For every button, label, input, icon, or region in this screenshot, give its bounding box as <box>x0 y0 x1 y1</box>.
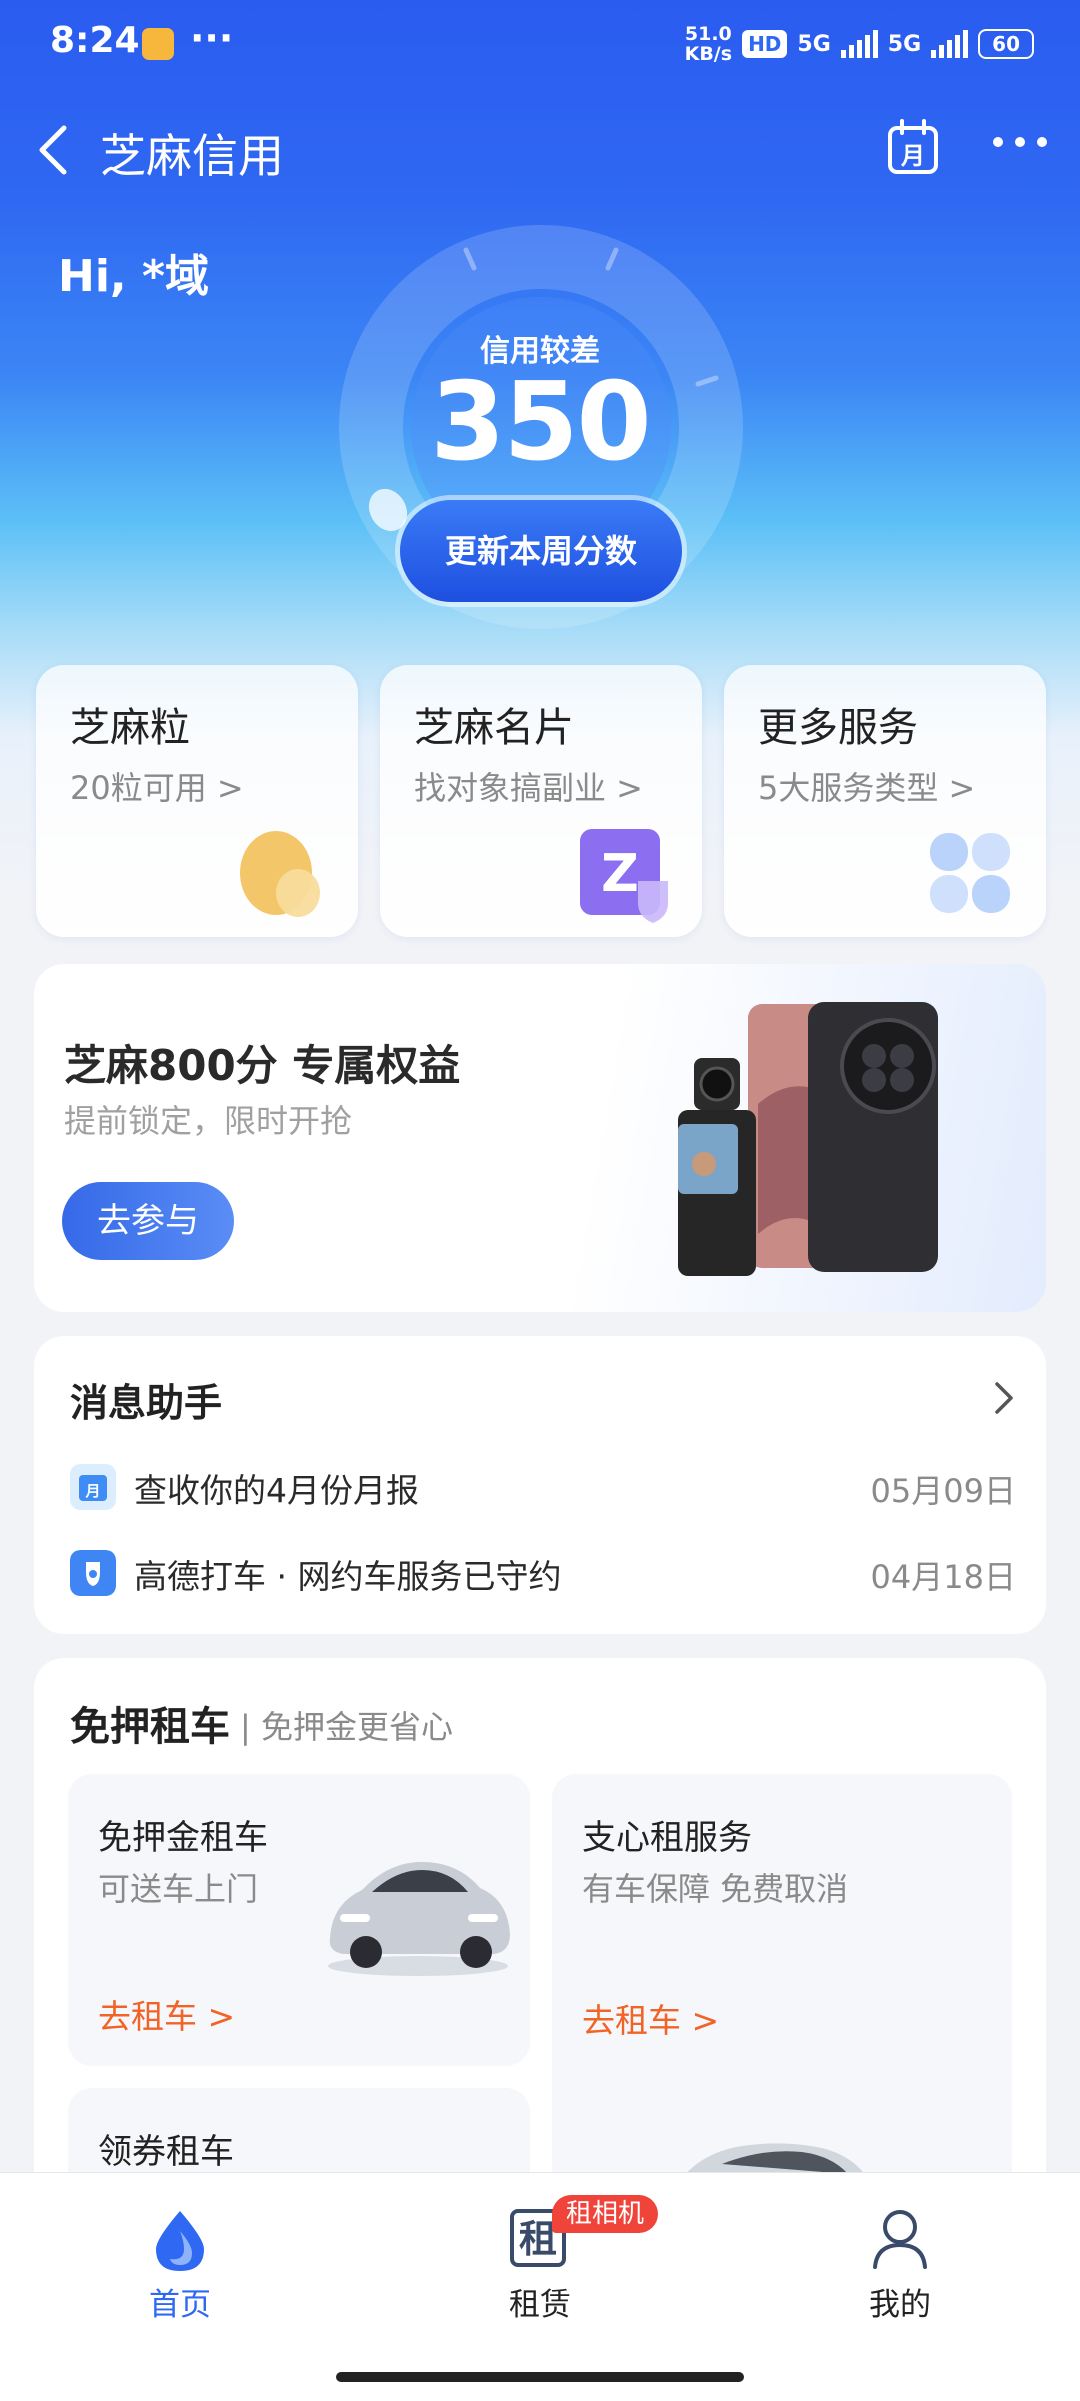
business-card-icon: Z <box>580 829 668 923</box>
rent-car-link[interactable]: 去租车 > <box>582 1994 719 2042</box>
notification-app-icon <box>142 28 174 60</box>
tile-title: 支心租服务 <box>582 1818 752 1858</box>
status-indicators: 51.0 KB/s HD 5G 5G 60 <box>685 24 1034 64</box>
service-title: 芝麻粒 <box>70 705 190 751</box>
calendar-icon: 月 <box>70 1464 116 1510</box>
promo-subtitle: 提前锁定，限时开抢 <box>64 1102 353 1140</box>
service-title: 更多服务 <box>758 705 918 751</box>
promo-title: 芝麻800分 专属权益 <box>64 1041 461 1090</box>
hd-voice-icon: HD <box>742 30 788 58</box>
tile-title: 领券租车 <box>98 2132 234 2172</box>
service-subtitle: 20粒可用 > <box>70 769 244 807</box>
more-services-card[interactable]: 更多服务 5大服务类型 > <box>724 665 1046 937</box>
tab-label: 首页 <box>149 2287 211 2323</box>
rent-car-link[interactable]: 去租车 > <box>98 1990 235 2038</box>
rent-camera-badge: 租相机 <box>552 2195 659 2233</box>
calendar-month-icon[interactable]: 月 <box>886 118 940 176</box>
message-date: 05月09日 <box>870 1472 1016 1510</box>
sesame-grain-icon <box>240 831 320 917</box>
tab-label: 租赁 <box>509 2287 571 2323</box>
svg-text:月: 月 <box>900 142 925 170</box>
deposit-free-rental-card: 免押租车 | 免押金更省心 免押金租车 可送车上门 去租车 > 支心租服务 有车… <box>34 1658 1046 2258</box>
rental-section-subtitle: | 免押金更省心 <box>240 1708 453 1746</box>
signal-5g-label-2: 5G <box>887 31 922 57</box>
signal-bars-icon <box>840 30 878 58</box>
message-text: 高德打车 · 网约车服务已守约 <box>134 1557 562 1596</box>
back-arrow-icon[interactable] <box>30 122 80 178</box>
page-title: 芝麻信用 <box>100 129 284 183</box>
message-text: 查收你的4月份月报 <box>134 1471 419 1510</box>
user-profile-icon <box>873 2210 927 2269</box>
signal-bars-icon-2 <box>931 30 969 58</box>
promo-banner[interactable]: 芝麻800分 专属权益 提前锁定，限时开抢 去参与 <box>34 964 1046 1312</box>
service-subtitle: 找对象搞副业 > <box>414 769 643 807</box>
sesame-card-service[interactable]: 芝麻名片 找对象搞副业 > Z <box>380 665 702 937</box>
car-image <box>328 1862 510 1976</box>
join-button[interactable]: 去参与 <box>62 1182 234 1260</box>
tile-subtitle: 有车保障 免费取消 <box>582 1870 849 1908</box>
message-date: 04月18日 <box>870 1558 1016 1596</box>
tab-home[interactable]: 首页 <box>80 2173 280 2353</box>
svg-text:月: 月 <box>84 1482 100 1500</box>
network-speed: 51.0 KB/s <box>684 23 733 65</box>
tab-label: 我的 <box>869 2287 931 2323</box>
message-item[interactable]: 高德打车 · 网约车服务已守约 04月18日 <box>70 1546 1016 1598</box>
signal-5g-label: 5G <box>797 31 831 57</box>
four-leaf-grid-icon <box>930 833 1010 913</box>
phone-camera-product-image <box>678 1002 938 1276</box>
sesame-grains-card[interactable]: 芝麻粒 20粒可用 > <box>36 665 358 937</box>
tile-title: 免押金租车 <box>98 1818 268 1858</box>
tab-mine[interactable]: 我的 <box>800 2173 1000 2353</box>
car-service-icon <box>70 1550 116 1596</box>
rental-section-title: 免押租车 <box>70 1704 230 1750</box>
bottom-tab-bar: 首页 租 租赁 租相机 我的 <box>0 2172 1080 2401</box>
status-bar: 8:24 ··· 51.0 KB/s HD 5G 5G 60 <box>0 0 1080 92</box>
svg-text:Z: Z <box>601 844 639 904</box>
nav-bar: 芝麻信用 月 <box>0 110 1080 190</box>
service-subtitle: 5大服务类型 > <box>758 769 976 807</box>
battery-icon: 60 <box>978 29 1034 59</box>
home-drop-icon <box>156 2211 204 2271</box>
more-options-icon[interactable] <box>990 130 1050 154</box>
message-item[interactable]: 月 查收你的4月份月报 05月09日 <box>70 1460 1016 1512</box>
chevron-right-icon[interactable] <box>989 1378 1019 1418</box>
message-assistant-card[interactable]: 消息助手 月 查收你的4月份月报 05月09日 高德打车 · 网约车服务已守约 … <box>34 1336 1046 1634</box>
service-title: 芝麻名片 <box>414 705 574 751</box>
deposit-free-rental-tile[interactable]: 免押金租车 可送车上门 去租车 > <box>68 1774 530 2066</box>
status-time: 8:24 <box>50 20 140 61</box>
credit-score: 350 <box>430 360 651 485</box>
greeting: Hi, *域 <box>58 251 209 302</box>
more-notifications-icon: ··· <box>190 16 234 60</box>
home-indicator[interactable] <box>336 2372 744 2382</box>
message-assistant-title: 消息助手 <box>70 1381 223 1425</box>
tile-subtitle: 可送车上门 <box>98 1870 259 1908</box>
update-score-button[interactable]: 更新本周分数 <box>400 500 682 602</box>
